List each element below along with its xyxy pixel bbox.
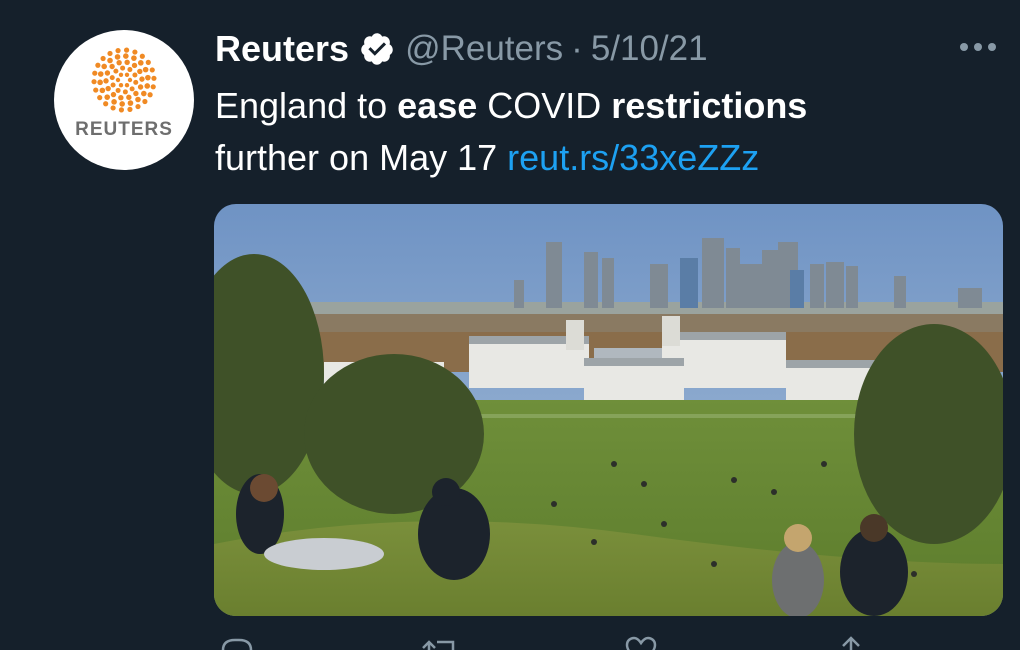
logo-dot <box>118 72 124 77</box>
logo-dot <box>104 94 111 100</box>
logo-dot <box>92 70 98 76</box>
logo-dot <box>91 79 97 85</box>
tweet-header: Reuters @Reuters · 5/10/21 <box>215 26 708 72</box>
avatar[interactable]: REUTERS <box>54 30 194 170</box>
tweet-date[interactable]: 5/10/21 <box>591 29 708 69</box>
logo-dot <box>137 60 144 66</box>
like-icon[interactable] <box>623 636 659 650</box>
logo-dot <box>122 89 128 95</box>
logo-dot <box>135 96 141 103</box>
logo-dot <box>115 48 121 54</box>
logo-dot <box>150 84 156 90</box>
logo-dot <box>100 55 106 62</box>
verified-badge-icon <box>361 33 393 65</box>
text-segment: England to <box>215 85 398 126</box>
avatar-label: REUTERS <box>75 119 173 140</box>
logo-dot <box>133 79 139 85</box>
logo-dot <box>116 59 122 66</box>
logo-dot <box>149 67 155 73</box>
logo-dot <box>97 79 103 86</box>
logo-dot <box>111 99 117 105</box>
logo-dot <box>139 53 145 59</box>
logo-dot <box>120 65 126 71</box>
logo-dot <box>142 98 148 105</box>
retweet-icon[interactable] <box>421 636 461 650</box>
logo-dot <box>103 101 109 107</box>
logo-dot <box>119 101 125 107</box>
reuters-logo-icon <box>91 47 157 113</box>
logo-dot <box>147 92 153 98</box>
logo-dot <box>99 87 106 94</box>
logo-dot <box>107 57 113 64</box>
logo-dot <box>127 106 133 112</box>
logo-dot <box>131 55 137 61</box>
logo-dot <box>129 86 135 92</box>
logo-dot <box>127 77 133 83</box>
logo-dot <box>109 63 115 70</box>
separator: · <box>571 29 583 68</box>
logo-dot <box>109 75 115 81</box>
photo-image <box>214 204 1003 616</box>
logo-dot <box>110 91 117 98</box>
more-options-icon[interactable] <box>958 32 998 62</box>
display-name[interactable]: Reuters <box>215 28 349 70</box>
logo-dot <box>118 107 125 113</box>
logo-dot <box>124 59 130 65</box>
logo-dot <box>101 63 107 70</box>
tweet-photo[interactable] <box>214 204 1003 616</box>
logo-dot <box>127 67 133 73</box>
logo-dot <box>127 100 134 106</box>
text-segment-bold: ease <box>397 85 478 126</box>
logo-dot <box>135 103 141 110</box>
logo-dot <box>141 90 147 97</box>
logo-dot <box>107 50 113 57</box>
logo-dot <box>124 83 130 88</box>
logo-dot <box>105 85 111 92</box>
logo-dot <box>123 47 130 53</box>
logo-dot <box>118 83 124 88</box>
logo-dot <box>145 74 151 81</box>
logo-dot <box>97 95 103 101</box>
text-segment: COVID <box>477 85 612 126</box>
logo-dot <box>118 95 124 101</box>
tweet[interactable]: REUTERS Reuters @Reuters · 5/10/21 Engla… <box>0 0 1020 650</box>
logo-dot <box>110 105 116 111</box>
action-bar <box>215 636 915 650</box>
logo-dot <box>114 54 121 60</box>
logo-dot <box>113 68 119 74</box>
logo-dot <box>137 84 144 90</box>
logo-dot <box>139 76 145 82</box>
logo-dot <box>104 70 111 76</box>
logo-dot <box>95 62 101 68</box>
logo-dot <box>142 66 149 73</box>
logo-dot <box>123 53 129 59</box>
logo-dot <box>133 90 139 97</box>
logo-dot <box>137 68 143 75</box>
logo-dot <box>151 75 157 81</box>
logo-dot <box>103 78 109 84</box>
logo-dot <box>115 87 121 93</box>
logo-dot <box>110 82 116 88</box>
logo-dot <box>145 59 151 65</box>
share-icon[interactable] <box>833 636 869 650</box>
reply-icon[interactable] <box>219 636 255 650</box>
logo-dot <box>132 49 138 55</box>
logo-dot <box>124 72 130 77</box>
handle[interactable]: @Reuters <box>405 29 563 69</box>
text-segment-bold: restrictions <box>611 85 808 126</box>
logo-dot <box>93 87 99 93</box>
logo-dot <box>131 62 138 69</box>
logo-dot <box>126 94 132 101</box>
tweet-link[interactable]: reut.rs/33xeZZz <box>507 137 759 178</box>
logo-dot <box>115 77 121 83</box>
logo-dot <box>97 71 104 77</box>
tweet-text: England to ease COVID restrictions furthe… <box>215 80 975 184</box>
logo-dot <box>132 72 138 78</box>
logo-dot <box>144 83 151 89</box>
text-segment: further on May 17 <box>215 137 508 178</box>
